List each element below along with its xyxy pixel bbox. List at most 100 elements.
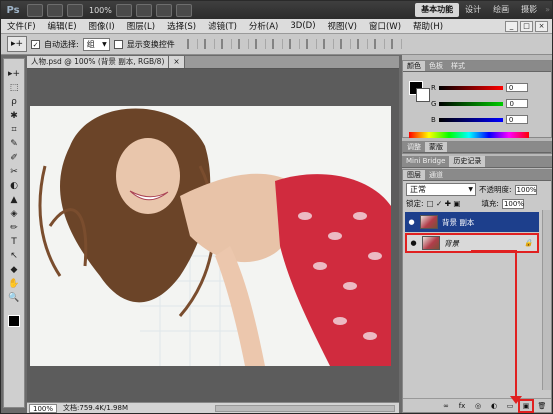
type-tool-icon[interactable]: T xyxy=(7,237,22,248)
new-layer-icon[interactable]: ▣ xyxy=(518,398,534,413)
screen-mode-icon[interactable] xyxy=(175,3,192,17)
eraser-tool-icon[interactable]: ◈ xyxy=(7,209,22,220)
menu-select[interactable]: 选择(S) xyxy=(161,20,202,32)
canvas-area[interactable] xyxy=(27,69,399,402)
tab-color[interactable]: 颜色 xyxy=(403,61,425,71)
align-right-icon[interactable] xyxy=(271,39,283,49)
menu-view[interactable]: 视图(V) xyxy=(322,20,363,32)
foreground-color-swatch[interactable] xyxy=(8,315,20,327)
tab-mini-bridge[interactable]: Mini Bridge xyxy=(402,156,449,167)
add-mask-icon[interactable]: ◎ xyxy=(473,402,483,410)
menu-edit[interactable]: 编辑(E) xyxy=(42,20,83,32)
status-doc-size[interactable]: 文档:759.4K/1.98M xyxy=(63,403,128,413)
close-icon[interactable]: × xyxy=(535,20,548,32)
bridge-icon[interactable] xyxy=(27,3,43,17)
auto-select-dropdown[interactable]: 组 xyxy=(82,37,110,51)
rotate-view-icon[interactable] xyxy=(135,3,152,17)
healing-brush-tool-icon[interactable]: ✐ xyxy=(7,153,22,164)
opacity-input[interactable]: 100% xyxy=(514,184,537,195)
color-spectrum-bar[interactable] xyxy=(409,132,529,138)
menu-analysis[interactable]: 分析(A) xyxy=(243,20,284,32)
document-image[interactable] xyxy=(30,106,391,366)
zoom-level[interactable]: 100% xyxy=(89,6,112,15)
workspace-photography[interactable]: 摄影 xyxy=(515,3,543,17)
tab-channels[interactable]: 通道 xyxy=(425,170,447,180)
align-bottom-icon[interactable] xyxy=(220,39,232,49)
pen-tool-icon[interactable]: ✏ xyxy=(7,223,22,234)
path-selection-tool-icon[interactable]: ↖ xyxy=(7,251,22,262)
workspace-painting[interactable]: 绘画 xyxy=(487,3,515,17)
tab-swatches[interactable]: 色板 xyxy=(425,61,447,71)
arrange-documents-icon[interactable] xyxy=(155,3,172,17)
status-zoom-field[interactable]: 100% xyxy=(29,403,58,413)
menu-window[interactable]: 窗口(W) xyxy=(363,20,407,32)
visibility-eye-icon[interactable]: ● xyxy=(407,218,416,226)
brush-tool-icon[interactable]: ✂ xyxy=(7,167,22,178)
delete-layer-icon[interactable]: 🗑 xyxy=(537,402,547,410)
distribute-left-icon[interactable] xyxy=(339,39,351,49)
tab-masks[interactable]: 蒙版 xyxy=(425,142,447,152)
show-transform-checkbox[interactable] xyxy=(113,39,123,49)
green-slider[interactable] xyxy=(439,101,504,106)
extras-icon[interactable] xyxy=(67,3,83,17)
menu-image[interactable]: 图像(I) xyxy=(83,20,121,32)
tool-preset-picker[interactable]: ▸+ xyxy=(7,36,27,52)
hand-tool-icon[interactable]: ✋ xyxy=(7,279,22,290)
move-tool-icon[interactable]: ▸+ xyxy=(7,69,22,80)
zoom-tool-icon[interactable]: 🔍 xyxy=(7,293,22,304)
maximize-icon[interactable]: □ xyxy=(520,20,533,32)
menu-help[interactable]: 帮助(H) xyxy=(407,20,449,32)
blend-mode-dropdown[interactable]: 正常 xyxy=(406,183,476,196)
align-left-icon[interactable] xyxy=(237,39,249,49)
layer-style-icon[interactable]: fx xyxy=(457,402,467,410)
minimize-icon[interactable]: _ xyxy=(505,20,518,32)
auto-select-checkbox[interactable]: ✓ xyxy=(31,39,40,49)
menu-file[interactable]: 文件(F) xyxy=(1,20,42,32)
align-top-icon[interactable] xyxy=(186,39,198,49)
hand-tool-icon[interactable] xyxy=(115,3,132,17)
workspace-essentials[interactable]: 基本功能 xyxy=(415,3,460,17)
eyedropper-tool-icon[interactable]: ✎ xyxy=(7,139,22,150)
menu-3d[interactable]: 3D(D) xyxy=(284,21,321,31)
menu-filter[interactable]: 滤镜(T) xyxy=(202,20,243,32)
link-layers-icon[interactable]: ∞ xyxy=(441,402,451,410)
tab-history[interactable]: 历史记录 xyxy=(449,156,486,167)
magic-wand-tool-icon[interactable]: ✱ xyxy=(7,111,22,122)
blue-slider[interactable] xyxy=(438,117,503,122)
distribute-hcenter-icon[interactable] xyxy=(356,39,368,49)
tab-adjustments[interactable]: 调整 xyxy=(403,142,425,152)
crop-tool-icon[interactable]: ⌗ xyxy=(7,125,22,136)
shape-tool-icon[interactable]: ◆ xyxy=(7,265,22,276)
document-tab-close[interactable]: × xyxy=(169,56,185,68)
horizontal-scrollbar[interactable] xyxy=(215,404,395,412)
fill-input[interactable]: 100% xyxy=(501,198,524,209)
document-tab[interactable]: 人物.psd @ 100% (背景 副本, RGB/8) xyxy=(27,56,170,68)
visibility-eye-icon[interactable]: ● xyxy=(409,239,418,247)
blue-value-input[interactable]: 0 xyxy=(505,115,528,124)
red-slider[interactable] xyxy=(438,85,503,90)
align-vcenter-icon[interactable] xyxy=(203,39,215,49)
workspace-design[interactable]: 设计 xyxy=(459,3,487,17)
background-swatch[interactable] xyxy=(416,88,430,102)
menu-layer[interactable]: 图层(L) xyxy=(121,20,161,32)
green-value-input[interactable]: 0 xyxy=(506,99,529,108)
workspace-more[interactable]: » xyxy=(543,3,552,17)
layer-row-background-copy[interactable]: ● 背景 副本 xyxy=(405,212,539,232)
distribute-bottom-icon[interactable] xyxy=(322,39,334,49)
lasso-tool-icon[interactable]: ρ xyxy=(7,97,22,108)
clone-stamp-tool-icon[interactable]: ◐ xyxy=(7,181,22,192)
distribute-vcenter-icon[interactable] xyxy=(305,39,317,49)
mini-bridge-icon[interactable] xyxy=(47,3,63,17)
tab-styles[interactable]: 样式 xyxy=(447,61,469,71)
marquee-tool-icon[interactable]: ⬚ xyxy=(7,83,22,94)
layers-scrollbar[interactable] xyxy=(542,210,551,390)
distribute-right-icon[interactable] xyxy=(373,39,385,49)
adjustment-layer-icon[interactable]: ◐ xyxy=(489,402,499,410)
align-hcenter-icon[interactable] xyxy=(254,39,266,49)
distribute-top-icon[interactable] xyxy=(288,39,300,49)
history-brush-tool-icon[interactable]: ▲ xyxy=(7,195,22,206)
red-value-input[interactable]: 0 xyxy=(505,83,528,92)
lock-icons[interactable]: □ ✓ ✚ ▣ xyxy=(427,199,461,208)
tab-layers[interactable]: 图层 xyxy=(403,170,425,180)
auto-align-icon[interactable] xyxy=(390,39,402,49)
